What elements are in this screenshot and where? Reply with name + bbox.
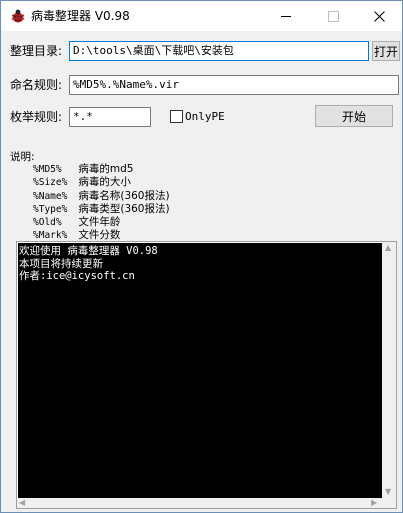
close-button[interactable] xyxy=(356,1,402,31)
onlype-label[interactable]: OnlyPE xyxy=(185,109,225,125)
help-section: 说明: %MD5% 病毒的md5 %Size% 病毒的大小 %Name% 病毒名… xyxy=(10,151,170,242)
horizontal-scrollbar[interactable]: ◀ ▶ xyxy=(17,498,382,508)
scroll-right-icon[interactable]: ▶ xyxy=(371,499,377,507)
onlype-checkbox[interactable] xyxy=(170,110,183,123)
log-output[interactable]: 欢迎使用 病毒整理器 V0.98 本项目将持续更新 作者:ice@icysoft.c… xyxy=(18,243,382,500)
scroll-left-icon[interactable]: ◀ xyxy=(19,499,25,507)
log-line: 作者:ice@icysoft.cn xyxy=(19,270,135,282)
minimize-button[interactable] xyxy=(263,1,309,31)
help-title: 说明: xyxy=(10,151,35,163)
scroll-down-icon[interactable]: ▼ xyxy=(385,488,391,496)
log-console[interactable]: 欢迎使用 病毒整理器 V0.98 本项目将持续更新 作者:ice@icysoft.c… xyxy=(16,241,397,509)
maximize-icon xyxy=(327,10,339,22)
naming-input[interactable]: %MD5%.%Name%.vir xyxy=(69,75,399,95)
ladybug-icon xyxy=(11,9,25,23)
vertical-scrollbar[interactable]: ▲ ▼ xyxy=(382,242,396,498)
enum-label: 枚举规则: xyxy=(10,110,63,124)
help-row: %Name% 病毒名称(360报法) xyxy=(33,189,170,202)
scroll-corner xyxy=(382,498,396,508)
help-row: %Size% 病毒的大小 xyxy=(33,176,131,189)
dir-input[interactable]: D:\tools\桌面\下载吧\安装包 xyxy=(69,41,369,61)
log-line: 本项目将持续更新 xyxy=(19,257,103,270)
start-button[interactable]: 开始 xyxy=(315,105,393,127)
close-icon xyxy=(373,10,385,22)
window-title: 病毒整理器 V0.98 xyxy=(31,9,130,23)
enum-input[interactable]: *.* xyxy=(69,107,151,127)
scroll-up-icon[interactable]: ▲ xyxy=(385,244,391,252)
help-row: %Old% 文件年龄 xyxy=(33,216,121,229)
minimize-icon xyxy=(280,15,291,17)
naming-label: 命名规则: xyxy=(10,78,63,92)
help-row: %Type% 病毒类型(360报法) xyxy=(33,202,170,215)
dir-label: 整理目录: xyxy=(10,44,63,58)
help-row: %MD5% 病毒的md5 xyxy=(33,163,134,176)
maximize-button[interactable] xyxy=(310,1,356,31)
open-button[interactable]: 打开 xyxy=(372,41,400,61)
app-window: 病毒整理器 V0.98 整理目录: D:\tools\桌面\下载吧\安装包 打开… xyxy=(0,0,403,513)
log-line: 欢迎使用 病毒整理器 V0.98 xyxy=(19,245,158,257)
title-bar[interactable]: 病毒整理器 V0.98 xyxy=(1,1,402,32)
